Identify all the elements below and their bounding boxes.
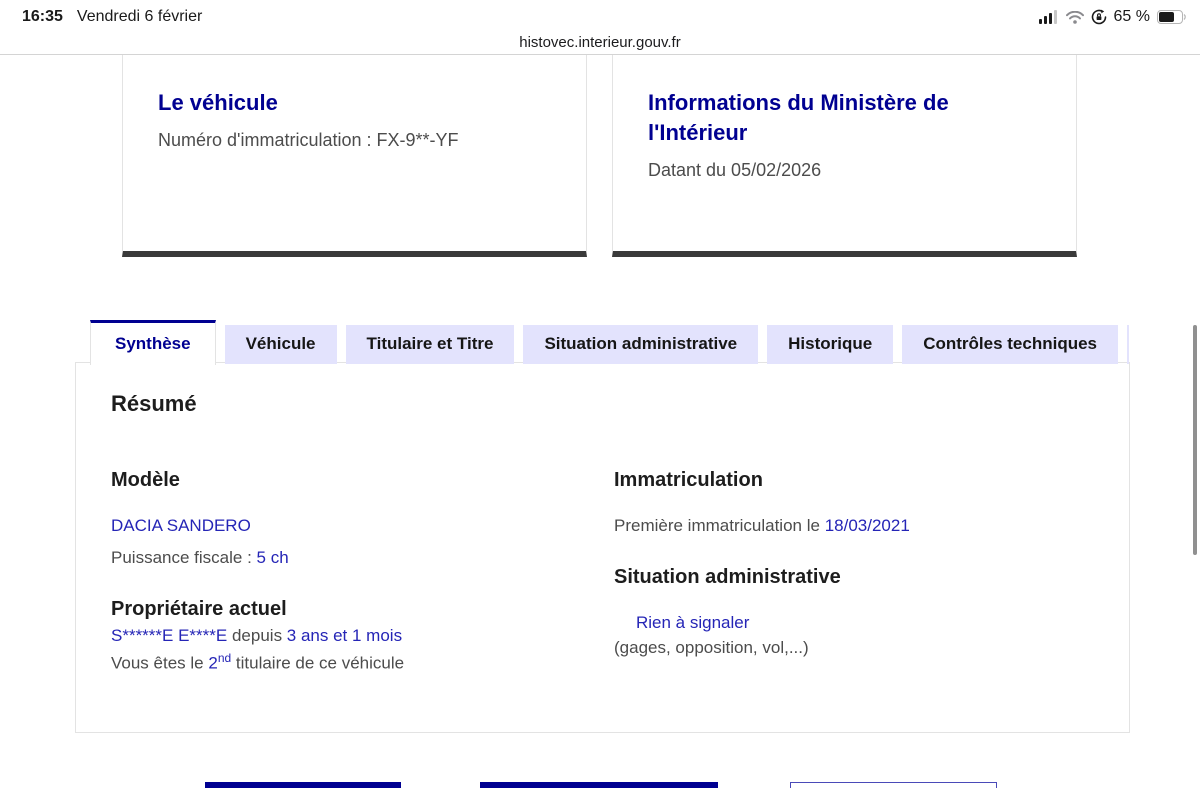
model-heading: Modèle: [111, 469, 180, 491]
tab-bar: Synthèse Véhicule Titulaire et Titre Sit…: [90, 320, 1129, 365]
model-name: DACIA SANDERO: [111, 516, 251, 535]
holder-ordinal-suffix: nd: [217, 651, 232, 665]
owner-since-label: depuis: [227, 626, 287, 645]
summary-heading: Résumé: [111, 391, 197, 416]
tab-titulaire-et-titre[interactable]: Titulaire et Titre: [345, 325, 515, 364]
battery-percent: 65 %: [1113, 8, 1150, 25]
ios-status-bar: 16:35 Vendredi 6 février 65 %: [0, 0, 1200, 30]
vertical-scrollbar[interactable]: [1193, 325, 1197, 555]
battery-icon: [1157, 10, 1186, 24]
owner-since-value: 3 ans et 1 mois: [286, 626, 403, 645]
tab-situation-administrative[interactable]: Situation administrative: [523, 325, 759, 364]
vehicle-card-subtitle: Numéro d'immatriculation : FX-9**-YF: [158, 130, 459, 150]
admin-status-heading: Situation administrative: [614, 566, 841, 588]
tab-synthese[interactable]: Synthèse: [90, 320, 216, 365]
ministry-card: Informations du Ministère de l'Intérieur…: [612, 55, 1077, 257]
status-time: 16:35: [22, 8, 63, 25]
vehicle-card: Le véhicule Numéro d'immatriculation : F…: [122, 55, 587, 257]
tab-kilometrage-clipped[interactable]: Kil: [1127, 325, 1129, 364]
first-registration-label: Première immatriculation le: [614, 516, 825, 535]
bottom-action-button-1[interactable]: [205, 782, 401, 788]
bottom-action-button-3[interactable]: [790, 782, 997, 788]
owner-masked-name: S******E E****E: [111, 626, 228, 645]
holder-ordinal: 2: [208, 653, 218, 673]
fiscal-power-value: 5 ch: [256, 548, 289, 567]
ministry-card-title: Informations du Ministère de l'Intérieur: [648, 90, 949, 145]
tab-historique[interactable]: Historique: [767, 325, 894, 364]
status-date: Vendredi 6 février: [76, 8, 203, 25]
top-cards: Le véhicule Numéro d'immatriculation : F…: [122, 55, 1077, 257]
browser-url-bar[interactable]: histovec.interieur.gouv.fr: [0, 30, 1200, 55]
cellular-signal-icon: [1038, 10, 1059, 24]
screen: 16:35 Vendredi 6 février 65 % histovec.i…: [0, 0, 1200, 788]
fiscal-power-label: Puissance fiscale :: [111, 548, 257, 567]
tab-vehicule[interactable]: Véhicule: [224, 325, 337, 364]
vehicle-card-title: Le véhicule: [158, 90, 278, 115]
ministry-card-subtitle: Datant du 05/02/2026: [648, 160, 822, 180]
first-registration-value: 18/03/2021: [824, 516, 910, 535]
synthese-panel: Résumé Modèle DACIA SANDERO Puissance fi…: [75, 362, 1130, 733]
holder-suffix: titulaire de ce véhicule: [231, 653, 405, 673]
orientation-lock-icon: [1091, 9, 1107, 25]
owner-heading: Propriétaire actuel: [111, 598, 287, 620]
admin-status-note: (gages, opposition, vol,...): [614, 638, 809, 657]
admin-status-value: Rien à signaler: [636, 613, 750, 632]
bottom-action-button-2[interactable]: [480, 782, 718, 788]
holder-prefix: Vous êtes le: [111, 653, 209, 673]
url-text: histovec.interieur.gouv.fr: [519, 33, 681, 51]
tab-controles-techniques[interactable]: Contrôles techniques: [902, 325, 1119, 364]
registration-heading: Immatriculation: [614, 469, 763, 491]
wifi-icon: [1065, 10, 1084, 24]
